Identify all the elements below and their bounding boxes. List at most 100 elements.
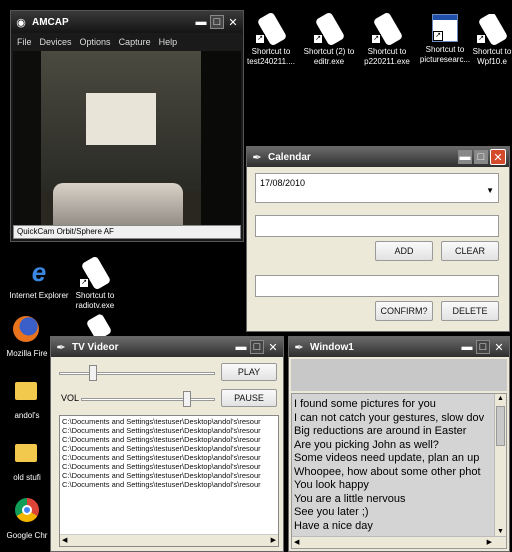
confirm-button[interactable]: CONFIRM? — [375, 301, 433, 321]
list-item[interactable]: See you later ;) — [294, 506, 490, 520]
list-item[interactable]: I can not catch your gestures, slow dov — [294, 412, 490, 426]
list-item[interactable]: C:\Documents and Settings\testuser\Deskt… — [62, 471, 276, 480]
shortcut-icon: ↗ — [313, 11, 346, 47]
play-button[interactable]: PLAY — [221, 363, 277, 381]
list-item[interactable]: You are a little nervous — [294, 493, 490, 507]
scroll-left-icon[interactable]: ◀ — [294, 538, 299, 546]
internet-explorer-icon: e — [31, 257, 47, 287]
tv-videor-window: ✒ TV Videor ▬ □ ✕ PLAY VOL PAUSE C:\Docu… — [50, 336, 284, 552]
desktop-icon-google-chrome[interactable]: Google Chr — [4, 498, 50, 541]
file-list[interactable]: C:\Documents and Settings\testuser\Deskt… — [59, 415, 279, 547]
desktop-icon-old-stuff-folder[interactable]: old stufi — [4, 440, 50, 483]
list-item[interactable]: Some videos need update, plan an up — [294, 452, 490, 466]
close-button[interactable]: ✕ — [266, 340, 280, 354]
position-slider[interactable] — [59, 365, 215, 381]
clear-button[interactable]: CLEAR — [441, 241, 499, 261]
close-button[interactable]: ✕ — [492, 340, 506, 354]
list-item[interactable]: Have a nice day — [294, 520, 490, 534]
desktop-icon-label: Internet Explorer — [9, 291, 69, 300]
message-list[interactable]: I found some pictures for you I can not … — [291, 393, 507, 549]
scroll-right-icon[interactable]: ▶ — [487, 538, 492, 546]
menu-capture[interactable]: Capture — [119, 37, 151, 47]
date-picker[interactable]: 17/08/2010 ▼ — [255, 173, 499, 203]
vertical-scrollbar[interactable]: ▲ ▼ — [494, 394, 506, 536]
desktop-icon-shortcut-test[interactable]: ↗ Shortcut to test240211.... — [240, 11, 302, 67]
volume-slider[interactable] — [81, 391, 215, 407]
horizontal-scrollbar[interactable]: ◀ ▶ — [60, 534, 278, 546]
close-button[interactable]: ✕ — [226, 15, 240, 29]
scroll-up-icon[interactable]: ▲ — [497, 395, 504, 402]
pause-button[interactable]: PAUSE — [221, 389, 277, 407]
maximize-button[interactable]: □ — [474, 150, 488, 164]
slider-thumb[interactable] — [89, 365, 97, 381]
tv-videor-titlebar[interactable]: ✒ TV Videor ▬ □ ✕ — [51, 337, 283, 357]
menu-devices[interactable]: Devices — [40, 37, 72, 47]
amcap-menubar: File Devices Options Capture Help — [11, 33, 243, 51]
list-item[interactable]: C:\Documents and Settings\testuser\Deskt… — [62, 426, 276, 435]
minimize-button[interactable]: ▬ — [458, 150, 472, 164]
desktop-icon-shortcut-picturesearch[interactable]: ↗ Shortcut to picturesearc... — [414, 14, 476, 65]
list-item[interactable]: Whoopee, how about some other phot — [294, 466, 490, 480]
list-item[interactable]: C:\Documents and Settings\testuser\Deskt… — [62, 435, 276, 444]
slider-thumb[interactable] — [183, 391, 191, 407]
add-button[interactable]: ADD — [375, 241, 433, 261]
desktop-icon-label: Shortcut to radiotv.exe — [75, 291, 115, 310]
close-button[interactable]: ✕ — [490, 149, 506, 165]
list-item[interactable]: You look happy — [294, 479, 490, 493]
desktop-icon-label: Shortcut to p220211.exe — [364, 47, 410, 66]
desktop-icon-shortcut-wpf10[interactable]: ↗ Shortcut to Wpf10.e — [472, 14, 512, 67]
shortcut-icon: ↗ — [476, 14, 509, 47]
delete-button[interactable]: DELETE — [441, 301, 499, 321]
list-item[interactable]: C:\Documents and Settings\testuser\Deskt… — [62, 462, 276, 471]
window1-titlebar[interactable]: ✒ Window1 ▬ □ ✕ — [289, 337, 509, 357]
firefox-icon — [11, 316, 43, 346]
desktop-icon-firefox[interactable]: Mozilla Fire — [4, 316, 50, 359]
menu-help[interactable]: Help — [159, 37, 178, 47]
desktop-icon-label: Mozilla Fire — [6, 349, 48, 358]
desktop-icon-internet-explorer[interactable]: e Internet Explorer — [8, 258, 70, 301]
shortcut-app-icon: ✒ — [252, 151, 262, 164]
scroll-left-icon[interactable]: ◀ — [62, 536, 67, 544]
confirm-text-input[interactable] — [255, 275, 499, 297]
shortcut-app-icon: ✒ — [294, 341, 304, 354]
desktop-icon-shortcut-radiotv[interactable]: ↗ Shortcut to radiotv.exe — [64, 255, 126, 311]
shortcut-icon: ↗ — [371, 11, 404, 47]
camera-preview — [13, 51, 241, 225]
desktop-icon-shortcut-p220211[interactable]: ↗ Shortcut to p220211.exe — [356, 11, 418, 67]
event-text-input[interactable] — [255, 215, 499, 237]
calendar-title: Calendar — [268, 151, 311, 163]
calendar-window: ✒ Calendar ▬ □ ✕ 17/08/2010 ▼ ADD CLEAR … — [246, 146, 510, 332]
horizontal-scrollbar[interactable]: ◀ ▶ — [292, 536, 506, 548]
desktop-icon-shortcut-editr[interactable]: ↗ Shortcut (2) to editr.exe — [298, 11, 360, 67]
list-item[interactable]: C:\Documents and Settings\testuser\Deskt… — [62, 417, 276, 426]
list-item[interactable]: C:\Documents and Settings\testuser\Deskt… — [62, 453, 276, 462]
dropdown-arrow-icon[interactable]: ▼ — [486, 186, 494, 195]
amcap-title: AMCAP — [32, 16, 69, 28]
scroll-down-icon[interactable]: ▼ — [497, 528, 504, 535]
minimize-button[interactable]: ▬ — [194, 15, 208, 29]
minimize-button[interactable]: ▬ — [234, 340, 248, 354]
maximize-button[interactable]: □ — [250, 340, 264, 354]
scroll-right-icon[interactable]: ▶ — [271, 536, 276, 544]
folder-icon — [11, 440, 43, 470]
calendar-titlebar[interactable]: ✒ Calendar ▬ □ ✕ — [247, 147, 509, 167]
maximize-button[interactable]: □ — [210, 15, 224, 29]
desktop-icon-andols-folder[interactable]: andol's — [4, 378, 50, 421]
chrome-icon — [11, 498, 43, 528]
list-item[interactable]: Are you picking John as well? — [294, 439, 490, 453]
list-item[interactable]: C:\Documents and Settings\testuser\Deskt… — [62, 444, 276, 453]
maximize-button[interactable]: □ — [476, 340, 490, 354]
list-item[interactable]: C:\Documents and Settings\testuser\Deskt… — [62, 480, 276, 489]
menu-options[interactable]: Options — [80, 37, 111, 47]
menu-file[interactable]: File — [17, 37, 32, 47]
list-item[interactable]: Big reductions are around in Easter — [294, 425, 490, 439]
amcap-titlebar[interactable]: ◉ AMCAP ▬ □ ✕ — [11, 11, 243, 33]
desktop-icon-label: Shortcut to Wpf10.e — [472, 47, 512, 66]
desktop-icon-label: old stufi — [13, 473, 41, 482]
list-item[interactable]: I found some pictures for you — [294, 398, 490, 412]
scroll-thumb[interactable] — [496, 406, 505, 446]
minimize-button[interactable]: ▬ — [460, 340, 474, 354]
amcap-statusbar: QuickCam Orbit/Sphere AF — [13, 225, 241, 239]
camera-icon: ◉ — [16, 16, 26, 29]
desktop-icon-label: Shortcut to test240211.... — [247, 47, 295, 66]
